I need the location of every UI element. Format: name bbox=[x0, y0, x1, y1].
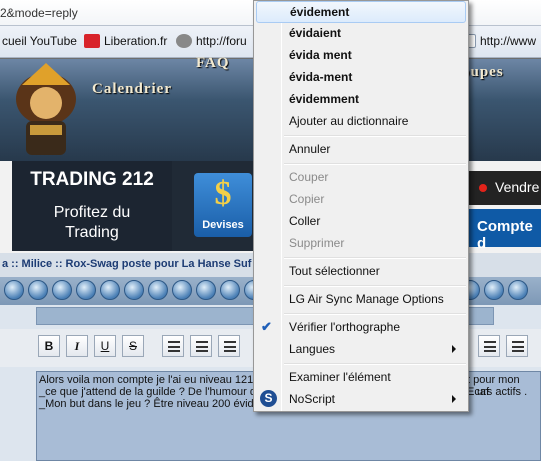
align-center-button[interactable] bbox=[190, 335, 212, 357]
submenu-arrow-icon bbox=[452, 395, 456, 403]
spellcheck-item: Vérifier l'orthographe bbox=[289, 320, 401, 334]
smiley-icon[interactable] bbox=[76, 280, 96, 300]
smiley-icon[interactable] bbox=[220, 280, 240, 300]
suggestion-item[interactable]: évidement bbox=[256, 1, 466, 23]
image-button[interactable] bbox=[506, 335, 528, 357]
bold-button[interactable]: B bbox=[38, 335, 60, 357]
bookmark-youtube[interactable]: cueil YouTube bbox=[2, 34, 77, 48]
compte-button[interactable]: Compte d bbox=[465, 209, 541, 252]
smiley-icon[interactable] bbox=[148, 280, 168, 300]
menu-separator bbox=[284, 257, 466, 259]
smiley-icon[interactable] bbox=[28, 280, 48, 300]
url-text: 2&mode=reply bbox=[0, 6, 78, 20]
bookmark-liberation[interactable]: Liberation.fr bbox=[84, 34, 167, 48]
suggestion-item[interactable]: évida ment bbox=[256, 44, 466, 66]
liberation-icon bbox=[84, 34, 100, 48]
bookmark-www[interactable]: http://www bbox=[460, 34, 536, 48]
align-right-button[interactable] bbox=[218, 335, 240, 357]
bookmark-label: cueil YouTube bbox=[2, 34, 77, 48]
noscript-row[interactable]: S NoScript bbox=[256, 388, 466, 410]
smiley-icon[interactable] bbox=[124, 280, 144, 300]
suggestion-item[interactable]: évidaient bbox=[256, 22, 466, 44]
ad-devises-panel: $ Devises bbox=[172, 161, 254, 251]
menu-separator bbox=[284, 135, 466, 137]
bookmark-label: http://www bbox=[480, 34, 537, 48]
compte-label: Compte d bbox=[477, 218, 533, 252]
align-left-icon bbox=[168, 341, 180, 352]
menu-separator bbox=[284, 363, 466, 365]
underline-button[interactable]: U bbox=[94, 335, 116, 357]
strike-button[interactable]: S bbox=[122, 335, 144, 357]
breadcrumb-text[interactable]: a :: Milice :: Rox-Swag poste pour La Ha… bbox=[2, 258, 251, 270]
smiley-icon[interactable] bbox=[484, 280, 504, 300]
cut-item[interactable]: Couper bbox=[256, 166, 466, 188]
spellcheck-row[interactable]: ✔ Vérifier l'orthographe bbox=[256, 316, 466, 338]
smiley-icon[interactable] bbox=[196, 280, 216, 300]
languages-row[interactable]: Langues bbox=[256, 338, 466, 360]
context-menu: évidement évidaient évida ment évida-men… bbox=[253, 0, 469, 412]
menu-separator bbox=[284, 313, 466, 315]
undo-item[interactable]: Annuler bbox=[256, 138, 466, 160]
menu-separator bbox=[284, 285, 466, 287]
checkmark-icon: ✔ bbox=[261, 319, 272, 334]
table-icon bbox=[484, 341, 496, 352]
align-center-icon bbox=[196, 341, 208, 352]
devises-button[interactable]: $ Devises bbox=[194, 173, 252, 237]
bookmark-forum[interactable]: http://foru bbox=[176, 34, 247, 48]
ad-title: TRADING 212 bbox=[30, 169, 154, 190]
red-dot-icon bbox=[479, 184, 487, 192]
smiley-icon[interactable] bbox=[172, 280, 192, 300]
ad-subtitle-line2: Trading bbox=[65, 224, 119, 241]
copy-item[interactable]: Copier bbox=[256, 188, 466, 210]
languages-item: Langues bbox=[289, 342, 336, 356]
message-line-end: urs actifs . bbox=[477, 386, 528, 398]
paste-item[interactable]: Coller bbox=[256, 210, 466, 232]
mascot-image bbox=[16, 63, 76, 155]
devises-label: Devises bbox=[202, 219, 244, 231]
smiley-icon[interactable] bbox=[52, 280, 72, 300]
delete-item[interactable]: Supprimer bbox=[256, 232, 466, 254]
add-to-dictionary-item[interactable]: Ajouter au dictionnaire bbox=[256, 110, 466, 132]
suggestion-item[interactable]: évida-ment bbox=[256, 66, 466, 88]
smiley-icon[interactable] bbox=[100, 280, 120, 300]
italic-button[interactable]: I bbox=[66, 335, 88, 357]
dollar-icon: $ bbox=[214, 175, 232, 212]
suggestion-item[interactable]: évidemment bbox=[256, 88, 466, 110]
table-button[interactable] bbox=[478, 335, 500, 357]
select-all-item[interactable]: Tout sélectionner bbox=[256, 260, 466, 282]
ad-trading-panel[interactable]: TRADING 212 Profitez du Trading bbox=[12, 161, 172, 251]
ad-subtitle: Profitez du Trading bbox=[12, 203, 172, 243]
nav-calendrier[interactable]: Calendrier bbox=[92, 81, 172, 98]
vendre-button[interactable]: Vendre bbox=[465, 171, 541, 205]
smiley-icon[interactable] bbox=[508, 280, 528, 300]
align-right-icon bbox=[224, 341, 236, 352]
vendre-label: Vendre bbox=[495, 179, 540, 195]
inspect-element-item[interactable]: Examiner l'élément bbox=[256, 366, 466, 388]
align-left-button[interactable] bbox=[162, 335, 184, 357]
submenu-arrow-icon bbox=[452, 345, 456, 353]
bookmark-label: Liberation.fr bbox=[104, 34, 168, 48]
menu-separator bbox=[284, 163, 466, 165]
image-icon bbox=[512, 341, 524, 352]
bookmark-label: http://foru bbox=[196, 34, 247, 48]
ad-subtitle-line1: Profitez du bbox=[53, 204, 131, 221]
noscript-item: NoScript bbox=[289, 392, 336, 406]
lg-air-sync-item[interactable]: LG Air Sync Manage Options bbox=[256, 288, 466, 310]
forum-icon bbox=[176, 34, 192, 48]
noscript-icon: S bbox=[260, 390, 277, 407]
nav-faq[interactable]: FAQ bbox=[196, 55, 230, 72]
smiley-icon[interactable] bbox=[4, 280, 24, 300]
